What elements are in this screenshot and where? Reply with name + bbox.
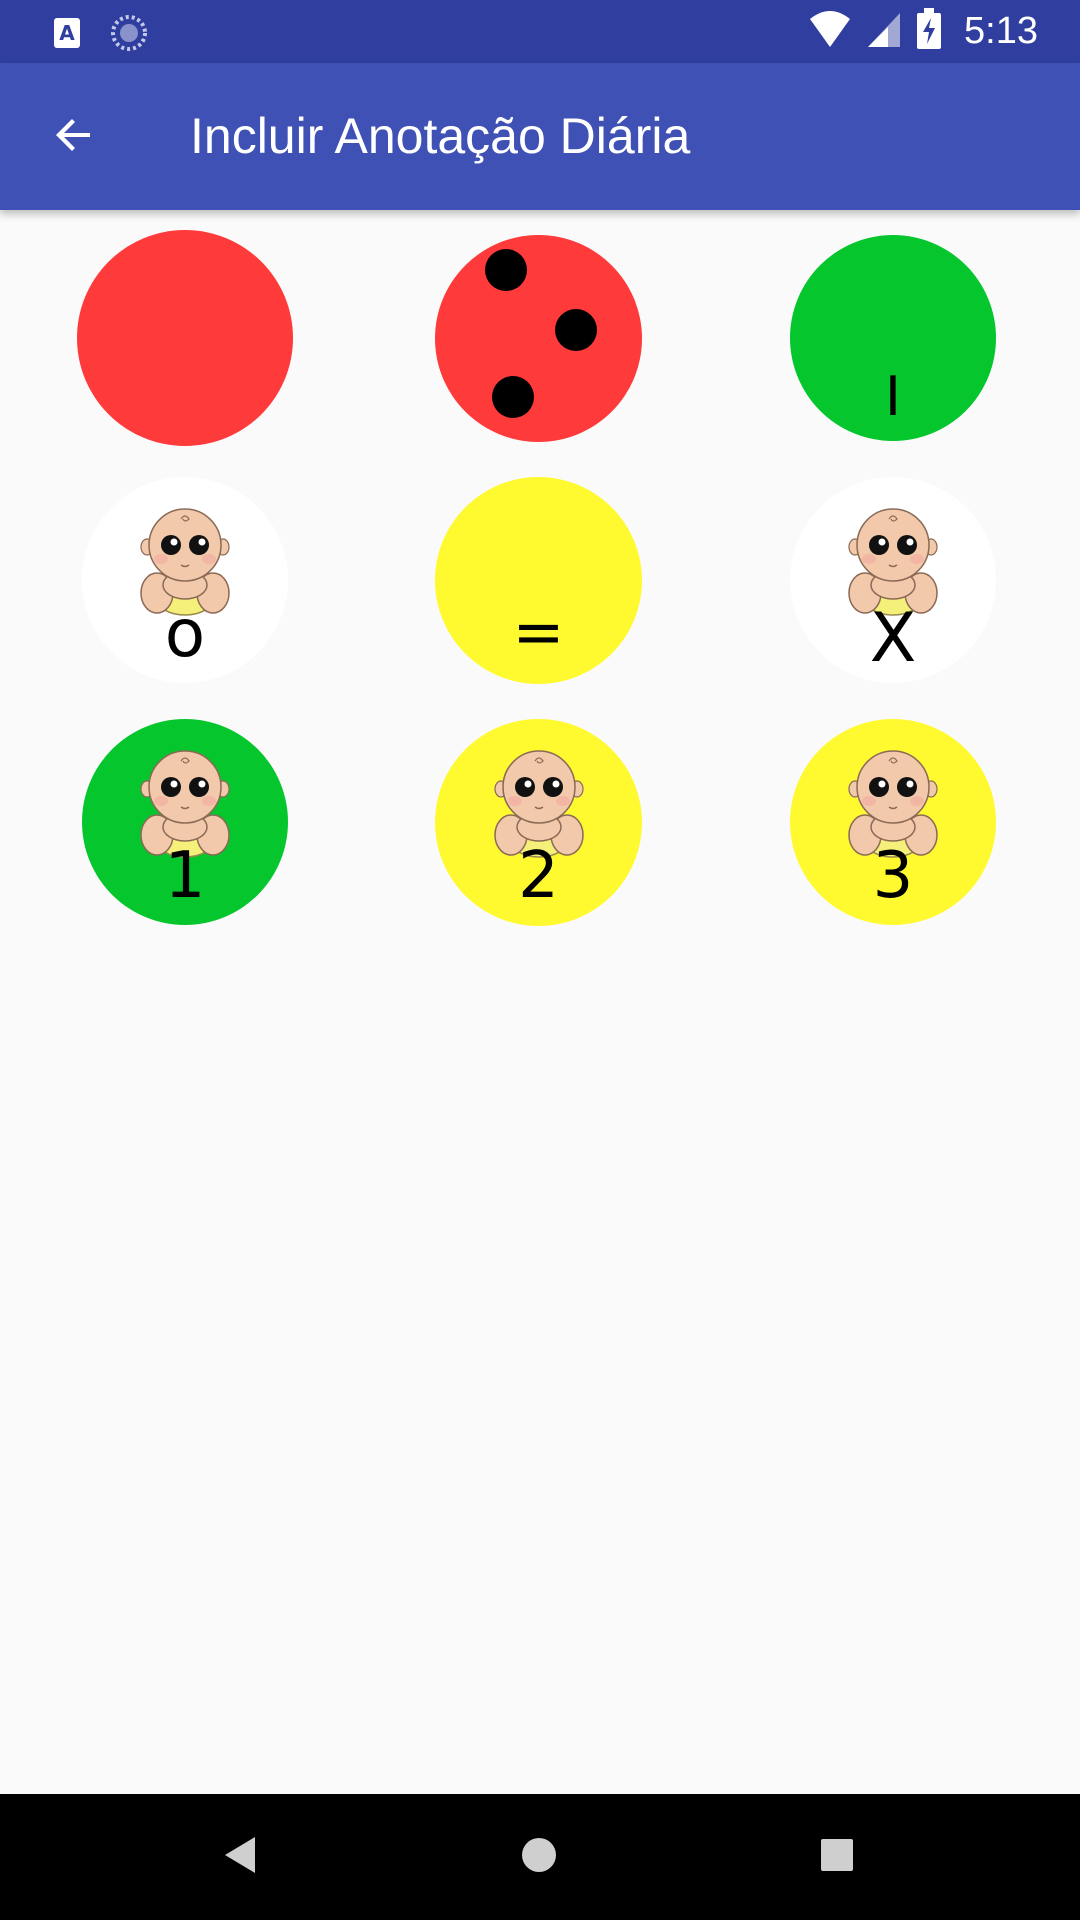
navigation-bar xyxy=(0,1794,1080,1920)
nav-recents-icon xyxy=(819,1837,855,1878)
option-green-bar[interactable]: I xyxy=(790,235,996,441)
nav-home-icon xyxy=(519,1835,559,1880)
option-symbol: 2 xyxy=(518,839,559,913)
sync-icon xyxy=(110,14,148,57)
option-symbol: X xyxy=(869,599,917,678)
back-button[interactable] xyxy=(40,103,108,171)
option-baby-1[interactable]: 1 xyxy=(82,719,288,925)
nav-back-button[interactable] xyxy=(208,1824,274,1890)
dot xyxy=(555,309,597,351)
option-red-dots[interactable] xyxy=(435,235,642,442)
option-symbol: 1 xyxy=(164,839,206,913)
option-symbol: 3 xyxy=(872,839,914,913)
app-a-icon: A xyxy=(52,16,82,55)
battery-icon xyxy=(916,8,942,55)
option-red-plain[interactable] xyxy=(77,230,293,446)
arrow-back-icon xyxy=(50,111,98,164)
dot xyxy=(492,376,534,418)
option-symbol: I xyxy=(885,365,901,428)
nav-back-icon xyxy=(221,1833,261,1882)
dot xyxy=(485,249,527,291)
option-symbol: = xyxy=(512,595,565,668)
clock: 5:13 xyxy=(964,10,1038,52)
signal-icon xyxy=(866,9,902,54)
app-bar: Incluir Anotação Diária xyxy=(0,63,1080,210)
page-title: Incluir Anotação Diária xyxy=(190,108,691,164)
option-baby-3[interactable]: 3 xyxy=(790,719,996,925)
option-baby-x[interactable]: X xyxy=(790,477,996,683)
status-bar: A 5:13 xyxy=(0,0,1080,63)
option-yellow-equals[interactable]: = xyxy=(435,477,642,684)
nav-recents-button[interactable] xyxy=(804,1824,870,1890)
svg-text:A: A xyxy=(59,21,75,45)
option-baby-o[interactable]: o xyxy=(82,477,288,683)
option-symbol: o xyxy=(164,595,206,672)
option-baby-2[interactable]: 2 xyxy=(435,719,642,926)
nav-home-button[interactable] xyxy=(506,1824,572,1890)
wifi-icon xyxy=(808,9,852,54)
